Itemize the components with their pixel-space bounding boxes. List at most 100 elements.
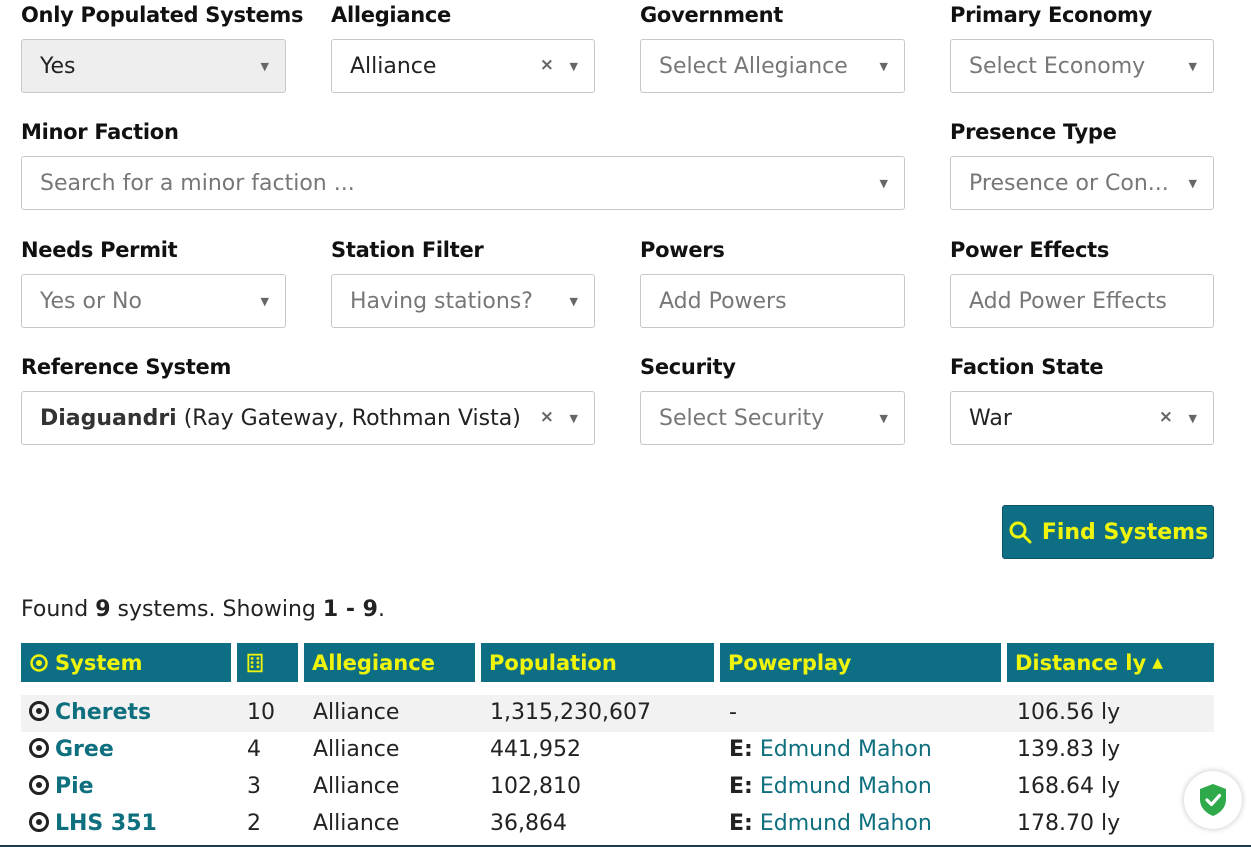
results-count: 9	[95, 597, 111, 622]
station-label: Station Filter	[331, 238, 484, 262]
reference-system-name: Diaguandri	[40, 405, 177, 431]
permit-label: Needs Permit	[21, 238, 178, 262]
power-link[interactable]: Edmund Mahon	[760, 774, 932, 799]
target-icon	[29, 738, 49, 758]
chevron-down-icon: ▼	[260, 60, 269, 73]
powerplay-prefix: E	[729, 774, 745, 799]
permit-select[interactable]: Yes or No ▼	[21, 274, 286, 328]
faction-state-select[interactable]: War × ▼	[950, 391, 1214, 445]
table-row: Cherets 10 Alliance 1,315,230,607 - 106.…	[21, 695, 1214, 732]
power-effects-input[interactable]: Add Power Effects	[950, 274, 1214, 328]
column-header-distance[interactable]: Distance ly ▲	[1007, 643, 1214, 682]
security-label: Security	[640, 355, 736, 379]
chevron-down-icon[interactable]: ▼	[880, 60, 888, 73]
presence-select[interactable]: Presence or Con... ▼	[950, 156, 1214, 210]
power-effects-placeholder: Add Power Effects	[969, 288, 1167, 314]
powerplay-prefix: E	[729, 811, 745, 836]
station-select[interactable]: Having stations? ▼	[331, 274, 595, 328]
target-icon	[29, 812, 49, 832]
system-cell[interactable]: LHS 351	[29, 811, 157, 836]
chevron-down-icon[interactable]: ▼	[1189, 177, 1197, 190]
faction-state-value: War	[969, 405, 1012, 431]
system-link[interactable]: Gree	[55, 737, 114, 762]
presence-placeholder: Presence or Con...	[969, 170, 1169, 196]
economy-select[interactable]: Select Economy ▼	[950, 39, 1214, 93]
populated-select[interactable]: Yes ▼	[21, 39, 286, 93]
results-mid: systems. Showing	[110, 597, 323, 622]
allegiance-cell: Alliance	[313, 737, 400, 762]
shield-check-icon	[1200, 784, 1226, 816]
power-link[interactable]: Edmund Mahon	[760, 811, 932, 836]
column-system-label: System	[55, 650, 143, 675]
column-header-allegiance[interactable]: Allegiance	[304, 643, 475, 682]
powers-label: Powers	[640, 238, 725, 262]
minor-faction-placeholder: Search for a minor faction ...	[40, 170, 355, 196]
chevron-down-icon[interactable]: ▼	[1189, 412, 1197, 425]
chevron-down-icon[interactable]: ▼	[880, 412, 888, 425]
station-placeholder: Having stations?	[350, 288, 533, 314]
column-header-powerplay[interactable]: Powerplay	[720, 643, 1001, 682]
security-badge[interactable]	[1184, 771, 1242, 829]
distance-cell: 168.64 ly	[1017, 774, 1121, 799]
chevron-down-icon[interactable]: ▼	[570, 295, 578, 308]
populated-value: Yes	[40, 53, 76, 79]
column-header-population[interactable]: Population	[481, 643, 714, 682]
allegiance-select[interactable]: Alliance × ▼	[331, 39, 595, 93]
search-icon	[1009, 521, 1032, 544]
reference-label: Reference System	[21, 355, 232, 379]
system-cell[interactable]: Cherets	[29, 700, 151, 725]
column-powerplay-label: Powerplay	[728, 650, 852, 675]
reference-system-select[interactable]: Diaguandri (Ray Gateway, Rothman Vista) …	[21, 391, 595, 445]
powers-input[interactable]: Add Powers	[640, 274, 905, 328]
power-link[interactable]: Edmund Mahon	[760, 737, 932, 762]
power-effects-label: Power Effects	[950, 238, 1110, 262]
powerplay-cell: -	[729, 700, 737, 725]
target-icon	[29, 775, 49, 795]
permit-placeholder: Yes or No	[40, 288, 142, 314]
find-systems-button[interactable]: Find Systems	[1002, 505, 1214, 559]
chevron-down-icon[interactable]: ▼	[880, 177, 888, 190]
chevron-down-icon[interactable]: ▼	[1189, 60, 1197, 73]
chevron-down-icon[interactable]: ▼	[261, 295, 269, 308]
clear-allegiance-icon[interactable]: ×	[540, 55, 554, 75]
clear-faction-state-icon[interactable]: ×	[1159, 407, 1173, 427]
column-allegiance-label: Allegiance	[312, 650, 435, 675]
table-row: LHS 351 2 Alliance 36,864 E: Edmund Maho…	[21, 806, 1214, 843]
allegiance-cell: Alliance	[313, 700, 400, 725]
system-cell[interactable]: Gree	[29, 737, 114, 762]
results-range: 1 - 9	[322, 597, 378, 622]
results-prefix: Found	[21, 597, 96, 622]
powerplay-cell: E: Edmund Mahon	[729, 737, 932, 762]
results-summary: Found 9 systems. Showing 1 - 9.	[21, 597, 385, 622]
stations-cell: 10	[247, 700, 275, 725]
stations-cell: 2	[247, 811, 261, 836]
system-link[interactable]: LHS 351	[55, 811, 157, 836]
government-label: Government	[640, 3, 784, 27]
minor-faction-search[interactable]: Search for a minor faction ... ▼	[21, 156, 905, 210]
system-link[interactable]: Pie	[55, 774, 94, 799]
chevron-down-icon[interactable]: ▼	[570, 412, 578, 425]
security-placeholder: Select Security	[659, 405, 825, 431]
powerplay-prefix: E	[729, 737, 745, 762]
allegiance-value: Alliance	[350, 53, 437, 79]
column-header-system[interactable]: System	[21, 643, 231, 682]
system-link[interactable]: Cherets	[55, 700, 151, 725]
clear-reference-icon[interactable]: ×	[540, 407, 554, 427]
security-select[interactable]: Select Security ▼	[640, 391, 905, 445]
powerplay-cell: E: Edmund Mahon	[729, 811, 932, 836]
column-header-stations[interactable]	[237, 643, 298, 682]
population-cell: 36,864	[490, 811, 567, 836]
powerplay-cell: E: Edmund Mahon	[729, 774, 932, 799]
target-icon	[29, 701, 49, 721]
reference-system-stations: (Ray Gateway, Rothman Vista)	[183, 405, 521, 431]
government-select[interactable]: Select Allegiance ▼	[640, 39, 905, 93]
presence-label: Presence Type	[950, 120, 1117, 144]
column-population-label: Population	[489, 650, 617, 675]
system-cell[interactable]: Pie	[29, 774, 94, 799]
faction-state-label: Faction State	[950, 355, 1104, 379]
chevron-down-icon[interactable]: ▼	[570, 60, 578, 73]
allegiance-cell: Alliance	[313, 811, 400, 836]
government-placeholder: Select Allegiance	[659, 53, 848, 79]
distance-cell: 178.70 ly	[1017, 811, 1121, 836]
population-cell: 102,810	[490, 774, 581, 799]
